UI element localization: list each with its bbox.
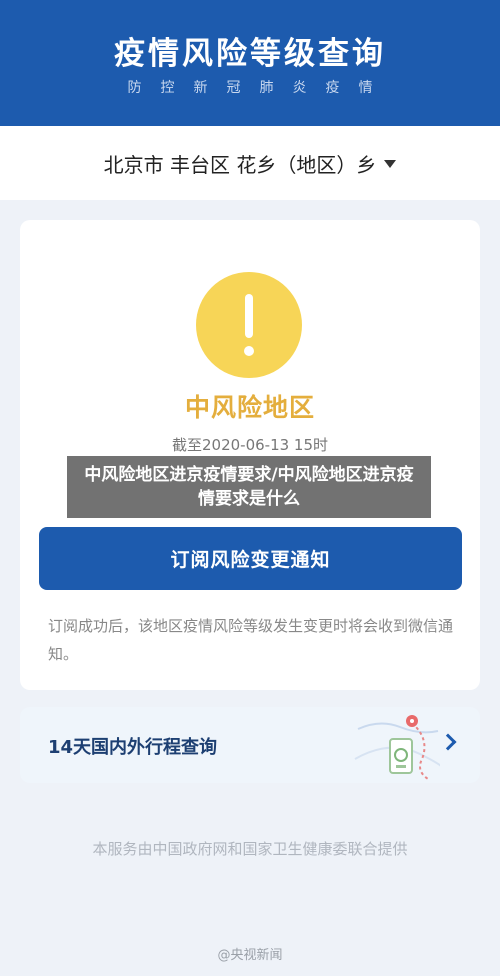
page-title: 疫情风险等级查询 bbox=[114, 36, 386, 72]
trip-query-card[interactable]: 14天国内外行程查询 bbox=[20, 707, 480, 783]
caret-down-icon bbox=[384, 160, 397, 168]
page-subtitle: 防控新冠肺炎疫情 bbox=[127, 80, 392, 96]
risk-result-card: 中风险地区 截至2020-06-13 15时 订阅风险变更通知 订阅成功后，该地… bbox=[20, 220, 480, 690]
risk-level-label: 中风险地区 bbox=[184, 393, 315, 422]
map-route-icon bbox=[354, 715, 440, 780]
caption-overlay: 中风险地区进京疫情要求/中风险地区进京疫情要求是什么 bbox=[67, 456, 431, 518]
trip-query-label: 14天国内外行程查询 bbox=[48, 737, 218, 758]
subscribe-button[interactable]: 订阅风险变更通知 bbox=[39, 527, 462, 590]
chevron-right-icon bbox=[439, 733, 457, 751]
app-header: 疫情风险等级查询 防控新冠肺炎疫情 bbox=[0, 0, 500, 126]
location-selector[interactable]: 北京市 丰台区 花乡（地区）乡 bbox=[0, 126, 500, 200]
risk-as-of-time: 截至2020-06-13 15时 bbox=[171, 436, 329, 454]
source-watermark: @央视新闻 bbox=[217, 948, 283, 963]
location-value: 北京市 丰台区 花乡（地区）乡 bbox=[103, 152, 377, 177]
provider-note: 本服务由中国政府网和国家卫生健康委联合提供 bbox=[92, 840, 408, 858]
exclamation-icon bbox=[196, 272, 302, 378]
subscribe-note: 订阅成功后，该地区疫情风险等级发生变更时将会收到微信通知。 bbox=[48, 617, 454, 663]
caption-text: 中风险地区进京疫情要求/中风险地区进京疫情要求是什么 bbox=[84, 465, 414, 509]
